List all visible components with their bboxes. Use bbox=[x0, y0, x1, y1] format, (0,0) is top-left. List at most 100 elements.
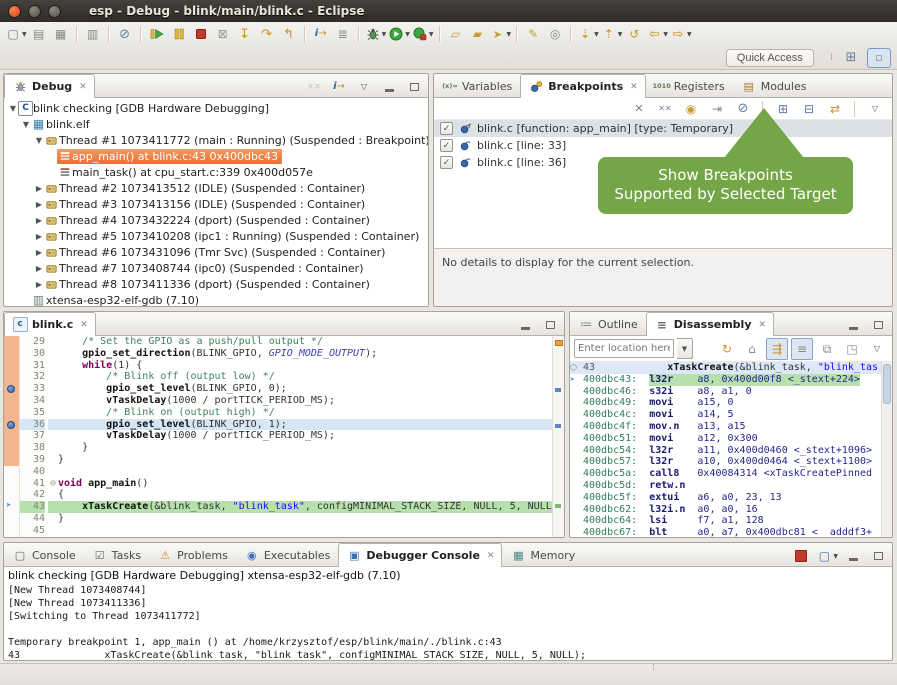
breakpoints-show-breakpoints-supported-button[interactable]: ◉ bbox=[680, 98, 702, 120]
launch-target-dropdown-arrow[interactable]: ▼ bbox=[507, 31, 512, 38]
breakpoint-checkbox[interactable]: ✓ bbox=[440, 156, 453, 169]
disassembly-instruction-row[interactable]: 400dbc4f: mov.n a13, a15 bbox=[570, 421, 892, 433]
toolbar-skip-all-breakpoints-button[interactable]: ⊘ bbox=[114, 23, 136, 45]
console-maximize-button[interactable] bbox=[867, 545, 889, 567]
debug-view-minimize-button[interactable] bbox=[378, 76, 400, 98]
disassembly-instruction-row[interactable]: 400dbc64: lsi f7, a1, 128 bbox=[570, 515, 892, 527]
toolbar-suspend-button[interactable] bbox=[168, 23, 190, 45]
gutter-line[interactable] bbox=[4, 395, 19, 407]
gutter-line[interactable] bbox=[4, 360, 19, 372]
disassembly-source-row[interactable]: ⬡43 xTaskCreate(&blink_task, "blink_tas bbox=[570, 362, 892, 374]
selected-stack-frame[interactable]: app_main() at blink.c:43 0x400dbc43 bbox=[57, 149, 282, 164]
tree-row[interactable]: ▼Thread #1 1073411772 (main : Running) (… bbox=[4, 132, 428, 148]
overview-mark-breakpoint-33[interactable] bbox=[555, 388, 561, 392]
fold-marker[interactable]: ⊖ bbox=[48, 478, 58, 490]
gutter-line[interactable] bbox=[4, 489, 19, 501]
disassembly-instruction-row[interactable]: 400dbc54: l32r a11, 0x400d0460 <_stext+1… bbox=[570, 445, 892, 457]
fold-marker[interactable] bbox=[48, 489, 58, 501]
gutter-line[interactable] bbox=[4, 371, 19, 383]
view-tab-disassembly[interactable]: ≡Disassembly✕ bbox=[646, 312, 774, 336]
editor-code-area[interactable]: /* Set the GPIO as a push/pull output */… bbox=[58, 336, 552, 538]
view-tab-outline[interactable]: ≔Outline bbox=[570, 312, 646, 335]
overview-mark-warning[interactable] bbox=[555, 340, 563, 346]
toolbar-mark-occurrences-button[interactable]: ◎ bbox=[544, 23, 566, 45]
close-tab-icon[interactable]: ✕ bbox=[487, 551, 495, 561]
disassembly-instruction-row[interactable]: 400dbc5a: call8 0x40084314 <xTaskCreateP… bbox=[570, 468, 892, 480]
gutter-line[interactable] bbox=[4, 348, 19, 360]
toolbar-debug-button[interactable]: ▼ bbox=[364, 23, 388, 45]
console-minimize-button[interactable] bbox=[842, 545, 864, 567]
toolbar-disconnect-button[interactable]: ⊠ bbox=[212, 23, 234, 45]
breakpoints-remove-all-breakpoints-button[interactable]: ✕✕ bbox=[654, 98, 676, 120]
location-dropdown-button[interactable]: ▼ bbox=[677, 338, 693, 359]
toolbar-step-into-button[interactable]: ↧ bbox=[234, 23, 256, 45]
tree-row[interactable]: ▼▦blink.elf bbox=[4, 116, 428, 132]
fold-marker[interactable] bbox=[48, 336, 58, 348]
fold-marker[interactable] bbox=[48, 419, 58, 431]
window-minimize-button[interactable] bbox=[28, 5, 41, 18]
close-tab-icon[interactable]: ✕ bbox=[630, 82, 638, 92]
debug-view-view-menu-button[interactable]: ▽ bbox=[353, 76, 375, 98]
toolbar-save-button[interactable]: ▤ bbox=[28, 23, 50, 45]
disassembly-open-new-view-button[interactable]: ◳ bbox=[841, 338, 863, 360]
close-tab-icon[interactable]: ✕ bbox=[80, 320, 88, 330]
disassembly-copy-button[interactable]: ⧉ bbox=[816, 338, 838, 360]
tree-row[interactable]: app_main() at blink.c:43 0x400dbc43 bbox=[4, 148, 428, 164]
toolbar-new-wizard-button[interactable]: ▢▼ bbox=[4, 23, 28, 45]
disassembly-instruction-row[interactable]: 400dbc51: movi a12, 0x300 bbox=[570, 433, 892, 445]
open-perspective-button[interactable]: ⊞ bbox=[839, 48, 863, 68]
gutter-line[interactable]: ➤ bbox=[4, 501, 19, 513]
disassembly-scrollbar[interactable] bbox=[881, 362, 892, 538]
new-wizard-dropdown-arrow[interactable]: ▼ bbox=[22, 31, 27, 38]
view-tab-modules[interactable]: ▤Modules bbox=[733, 74, 815, 97]
debug-tab-debug[interactable]: Debug✕ bbox=[4, 74, 95, 98]
fold-marker[interactable] bbox=[48, 348, 58, 360]
toolbar-open-project-button[interactable]: ▰ bbox=[467, 23, 489, 45]
toolbar-step-return-button[interactable]: ↰ bbox=[278, 23, 300, 45]
toolbar-forward-button[interactable]: ⇨▼ bbox=[669, 23, 693, 45]
overview-mark-breakpoint-36[interactable] bbox=[555, 424, 561, 428]
breakpoints-remove-breakpoint-button[interactable]: ✕ bbox=[628, 98, 650, 120]
editor-tab-blink-c[interactable]: cblink.c✕ bbox=[4, 312, 96, 336]
quick-access-button[interactable]: Quick Access bbox=[726, 49, 814, 67]
breakpoints-view-menu-button[interactable]: ▽ bbox=[864, 98, 886, 120]
previous-annotation-dropdown-arrow[interactable]: ▼ bbox=[618, 31, 623, 38]
fold-marker[interactable] bbox=[48, 454, 58, 466]
scrollbar-thumb[interactable] bbox=[883, 364, 891, 404]
breakpoint-checkbox[interactable]: ✓ bbox=[440, 122, 453, 135]
tree-expander-icon[interactable]: ▶ bbox=[34, 232, 44, 241]
tree-row[interactable]: ▶Thread #3 1073413156 (IDLE) (Suspended … bbox=[4, 196, 428, 212]
sash-drag-handle[interactable]: ⁞ bbox=[652, 666, 655, 671]
tree-row[interactable]: ▶Thread #8 1073411336 (dport) (Suspended… bbox=[4, 276, 428, 292]
toolbar-new-c-project-button[interactable]: ▱ bbox=[445, 23, 467, 45]
toolbar-save-all-button[interactable]: ▦ bbox=[50, 23, 72, 45]
tree-row[interactable]: ▶Thread #4 1073432224 (dport) (Suspended… bbox=[4, 212, 428, 228]
gutter-line[interactable] bbox=[4, 466, 19, 478]
toolbar-back-button[interactable]: ⇦▼ bbox=[645, 23, 669, 45]
fold-marker[interactable] bbox=[48, 501, 58, 513]
debug-view-remove-all-terminated-button[interactable]: ✕✕ bbox=[303, 76, 325, 98]
console-terminate-console-button[interactable] bbox=[790, 545, 812, 567]
location-input[interactable] bbox=[574, 339, 674, 358]
gutter-line[interactable] bbox=[4, 430, 19, 442]
tree-row[interactable]: ▼Cblink checking [GDB Hardware Debugging… bbox=[4, 100, 428, 116]
tree-row[interactable]: main_task() at cpu_start.c:339 0x400d057… bbox=[4, 164, 428, 180]
disassembly-instruction-row[interactable]: 400dbc4c: movi a14, 5 bbox=[570, 409, 892, 421]
editor-annotation-ruler[interactable]: ➤ bbox=[4, 336, 20, 538]
toolbar-terminate-button[interactable] bbox=[190, 23, 212, 45]
back-dropdown-arrow[interactable]: ▼ bbox=[663, 31, 668, 38]
gutter-line[interactable] bbox=[4, 419, 19, 431]
toolbar-run-button[interactable]: ▼ bbox=[387, 23, 411, 45]
toolbar-step-over-button[interactable]: ↷ bbox=[256, 23, 278, 45]
tree-expander-icon[interactable]: ▼ bbox=[21, 120, 31, 129]
console-tab-console[interactable]: ▢Console bbox=[4, 543, 84, 566]
tree-expander-icon[interactable]: ▶ bbox=[34, 280, 44, 289]
fold-marker[interactable] bbox=[48, 442, 58, 454]
window-maximize-button[interactable] bbox=[48, 5, 61, 18]
gutter-line[interactable] bbox=[4, 442, 19, 454]
toolbar-launch-target-button[interactable]: ➤▼ bbox=[489, 23, 513, 45]
console-tab-debugger-console[interactable]: ▣Debugger Console✕ bbox=[338, 543, 502, 567]
editor-maximize-button[interactable] bbox=[539, 314, 561, 336]
disassembly-sync-active-context-button[interactable]: ⇶ bbox=[766, 338, 788, 360]
debug-dropdown-arrow[interactable]: ▼ bbox=[382, 31, 387, 38]
